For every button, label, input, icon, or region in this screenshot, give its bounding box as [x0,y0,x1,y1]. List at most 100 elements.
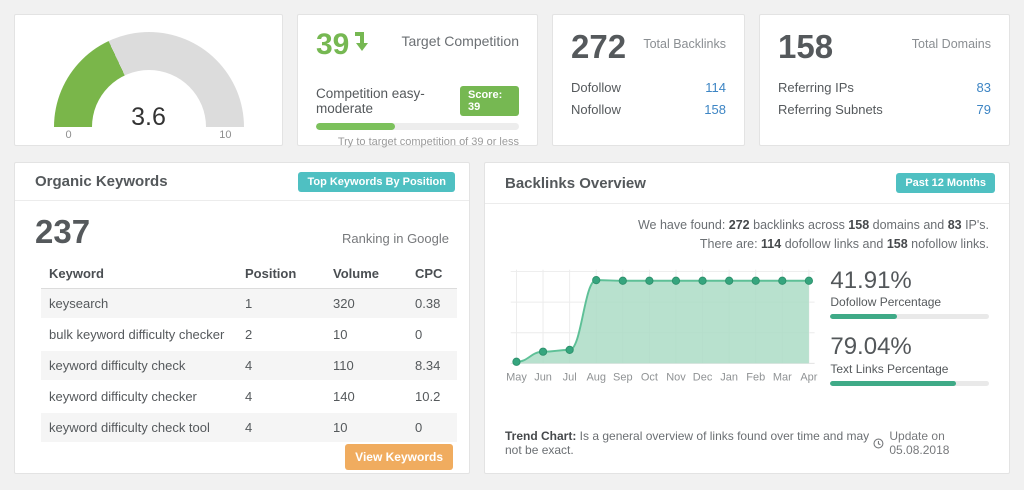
x-axis-label: Feb [746,371,765,383]
level-down-arrow-icon [353,30,370,54]
backlinks-overview-header: Backlinks Overview Past 12 Months [485,163,1009,204]
summary-segment: 272 [729,218,750,232]
keyword-table-cell: 4 [237,350,325,381]
update-date: Update on 05.08.2018 [873,429,989,457]
backlinks-overview-title: Backlinks Overview [505,175,646,192]
x-axis-label: Jun [534,371,552,383]
nofollow-label: Nofollow [571,99,621,120]
keyword-table-cell: bulk keyword difficulty checker [41,319,237,350]
data-point[interactable] [619,277,626,284]
col-volume: Volume [325,259,407,289]
trend-chart-note-bold: Trend Chart: [505,429,576,443]
data-point[interactable] [539,348,546,355]
dofollow-row: Dofollow 114 [571,77,726,98]
difficulty-gauge-card: 3.6 0 10 [14,14,283,146]
nofollow-value-link[interactable]: 158 [704,99,726,120]
percent-bar-fill [830,381,955,386]
data-point[interactable] [646,277,653,284]
keyword-table-cell: 140 [325,381,407,412]
data-point[interactable] [672,277,679,284]
summary-segment: nofollow links. [908,237,989,251]
target-competition-header: 39 Target Competition [316,30,519,60]
data-point[interactable] [513,358,520,365]
referring-subnets-value-link[interactable]: 79 [977,99,991,120]
keyword-table-cell: 0 [407,412,457,443]
organic-keywords-title: Organic Keywords [35,173,168,190]
summary-segment: domains and [869,218,948,232]
x-axis-label: Aug [586,371,606,383]
col-keyword: Keyword [41,259,237,289]
percent-label: Dofollow Percentage [830,295,989,309]
gauge-scale: 0 10 [54,129,244,141]
keyword-table-row[interactable]: keysearch13200.38 [41,289,457,320]
referring-ips-value-link[interactable]: 83 [977,77,991,98]
keyword-table-cell: keyword difficulty checker [41,381,237,412]
dofollow-label: Dofollow [571,77,621,98]
backlinks-trend-chart[interactable]: MayJunJulAugSepOctNovDecJanFebMarApr [505,261,820,393]
difficulty-gauge: 3.6 [54,32,244,128]
x-axis-label: Jan [720,371,738,383]
nofollow-row: Nofollow 158 [571,99,726,120]
competition-hint: Try to target competition of 39 or less [316,136,519,148]
referring-ips-row: Referring IPs 83 [778,77,991,98]
keyword-table-cell: 0.38 [407,289,457,320]
keyword-count-row: 237 Ranking in Google [15,201,469,255]
organic-keywords-header: Organic Keywords Top Keywords By Positio… [15,163,469,201]
gauge-max-label: 10 [219,129,231,141]
x-axis-label: Jul [563,371,577,383]
data-point[interactable] [752,277,759,284]
trend-chart-note: Trend Chart: Is a general overview of li… [505,429,873,457]
total-domains-value: 158 [778,29,833,65]
keyword-table-cell: keyword difficulty check tool [41,412,237,443]
competition-progress-track [316,123,519,130]
total-backlinks-value: 272 [571,29,626,65]
keyword-table-row[interactable]: keyword difficulty check41108.34 [41,350,457,381]
keyword-table-cell: 0 [407,319,457,350]
keywords-tbody: keysearch13200.38bulk keyword difficulty… [41,289,457,444]
seo-dashboard: 3.6 0 10 39 Target Competition Com [0,0,1024,490]
percent-label: Text Links Percentage [830,362,989,376]
keyword-table-cell: 1 [237,289,325,320]
keyword-table-row[interactable]: bulk keyword difficulty checker2100 [41,319,457,350]
organic-keywords-panel: Organic Keywords Top Keywords By Positio… [14,162,470,474]
score-badge: Score: 39 [460,86,519,116]
keywords-table: Keyword Position Volume CPC keysearch132… [41,259,457,444]
data-point[interactable] [805,277,812,284]
total-domains-title: Total Domains [912,37,991,51]
keyword-count: 237 [35,213,90,251]
past-12-months-badge[interactable]: Past 12 Months [896,173,995,193]
keywords-table-head: Keyword Position Volume CPC [41,259,457,289]
keyword-table-row[interactable]: keyword difficulty check tool4100 [41,412,457,443]
competition-score: 39 [316,30,370,60]
keyword-table-cell: 2 [237,319,325,350]
summary-segment: 158 [887,237,908,251]
data-point[interactable] [726,277,733,284]
x-axis-label: Mar [773,371,792,383]
summary-segment: dofollow links and [781,237,887,251]
competition-progress-fill [316,123,395,130]
keyword-table-cell: 10.2 [407,381,457,412]
summary-segment: 83 [948,218,962,232]
view-keywords-button[interactable]: View Keywords [345,444,453,470]
summary-segment: We have found: [638,218,729,232]
backlinks-chart-row: MayJunJulAugSepOctNovDecJanFebMarApr 41.… [485,255,1009,400]
referring-subnets-row: Referring Subnets 79 [778,99,991,120]
summary-segment: IP's. [962,218,989,232]
keyword-table-cell: 10 [325,319,407,350]
data-point[interactable] [593,276,600,283]
backlinks-summary-line1: We have found: 272 backlinks across 158 … [505,216,989,235]
target-competition-title: Target Competition [401,33,519,49]
keyword-table-cell: keyword difficulty check [41,350,237,381]
keyword-count-label: Ranking in Google [342,231,449,246]
total-domains-rows: Referring IPs 83 Referring Subnets 79 [778,77,991,120]
data-point[interactable] [699,277,706,284]
top-stats-row: 3.6 0 10 39 Target Competition Com [14,14,1010,146]
top-keywords-badge[interactable]: Top Keywords By Position [298,172,455,192]
keyword-table-cell: 320 [325,289,407,320]
data-point[interactable] [566,346,573,353]
percent-stats: 41.91%Dofollow Percentage79.04%Text Link… [830,261,989,400]
dofollow-value-link[interactable]: 114 [705,77,726,98]
data-point[interactable] [779,277,786,284]
clock-icon [873,437,884,450]
keyword-table-row[interactable]: keyword difficulty checker414010.2 [41,381,457,412]
